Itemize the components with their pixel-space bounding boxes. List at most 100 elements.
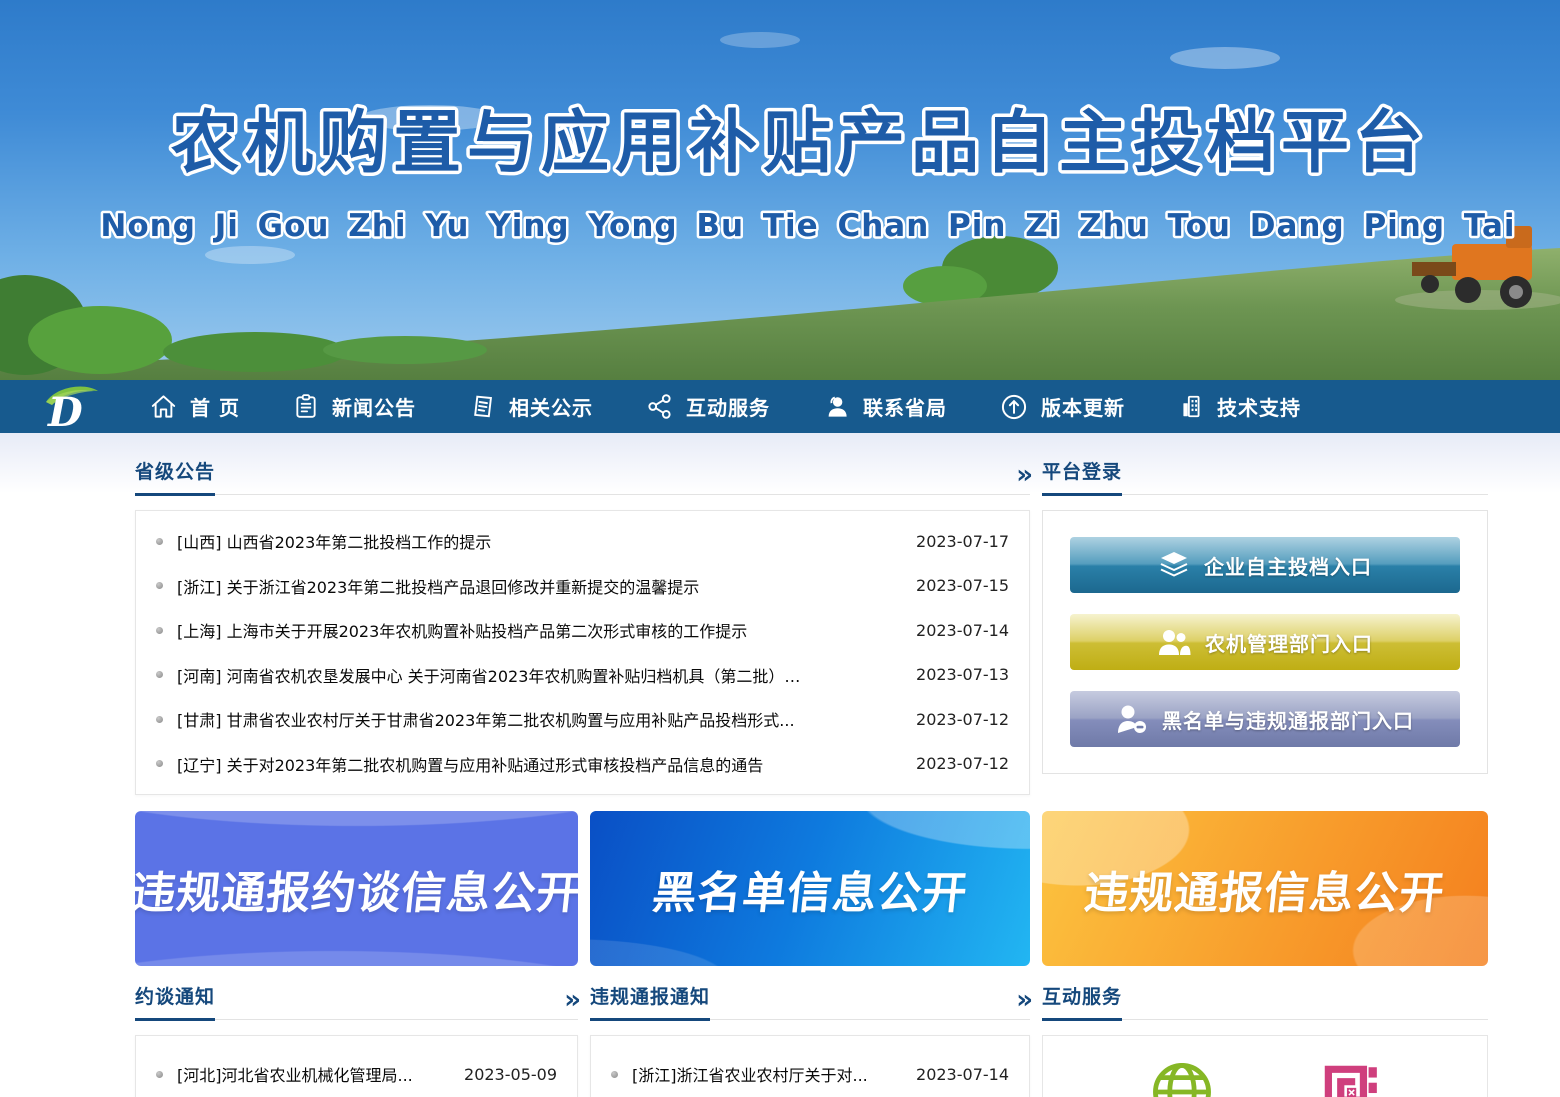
announcement-item[interactable]: [辽宁] 关于对2023年第二批农机购置与应用补贴通过形式审核投档产品信息的通告… [136,752,1029,776]
nav-item-label: 首 页 [190,392,240,421]
announcement-text: [甘肃] 甘肃省农业农村厅关于甘肃省2023年第二批农机购置与应用补贴产品投档形… [177,707,898,731]
announcement-item[interactable]: [河南] 河南省农机农垦发展中心 关于河南省2023年农机购置补贴归档机具（第二… [136,663,1029,687]
bullet-icon [156,582,163,589]
contact-icon [823,393,850,420]
main-nav: D 首 页 新闻公告 相关公示 互动服务 [0,380,1560,433]
announcement-text: [上海] 上海市关于开展2023年农机购置补贴投档产品第二次形式审核的工作提示 [177,618,898,642]
provincial-announcements-section: 省级公告 » [山西] 山西省2023年第二批投档工作的提示 2023-07-1… [135,457,1030,795]
violation-list: [浙江]浙江省农业农村厅关于对... 2023-07-14 [590,1035,1030,1097]
update-icon [1000,393,1028,421]
nav-item-label: 相关公示 [509,392,593,421]
bullet-icon [156,538,163,545]
user-minus-icon [1116,704,1148,734]
enterprise-filing-entry-button[interactable]: 企业自主投档入口 [1070,537,1460,593]
site-logo[interactable]: D [32,384,108,430]
share-icon [646,393,673,420]
section-title: 省级公告 [135,457,215,496]
announcement-text: [山西] 山西省2023年第二批投档工作的提示 [177,529,898,553]
announcement-date: 2023-07-12 [916,754,1009,773]
filing-portal-icon[interactable] [1316,1058,1382,1097]
hero-banner: 农机购置与应用补贴产品自主投档平台 Nong Ji Gou Zhi Yu Yin… [0,0,1560,380]
announcement-text: [浙江] 关于浙江省2023年第二批投档产品退回修改并重新提交的温馨提示 [177,574,898,598]
nav-item-home[interactable]: 首 页 [150,392,240,421]
page: 农机购置与应用补贴产品自主投档平台 Nong Ji Gou Zhi Yu Yin… [0,0,1560,1097]
violation-interview-info-card[interactable]: 违规通报约谈信息公开 [135,811,578,966]
section-header: 互动服务 [1042,982,1488,1020]
announcement-date: 2023-07-13 [916,665,1009,684]
more-chevron-icon[interactable]: » [564,987,578,1019]
section-title: 互动服务 [1042,982,1122,1021]
support-icon [1178,393,1204,420]
bullet-icon [156,716,163,723]
more-chevron-icon[interactable]: » [1016,987,1030,1019]
nav-item-contact[interactable]: 联系省局 [823,392,947,421]
nav-item-interactive[interactable]: 互动服务 [646,392,770,421]
violation-notices-section: 违规通报通知 » [浙江]浙江省农业农村厅关于对... 2023-07-14 [590,982,1030,1097]
nav-item-label: 联系省局 [863,392,947,421]
announcement-date: 2023-05-09 [464,1065,557,1084]
card-label: 黑名单信息公开 [649,857,971,921]
announcement-date: 2023-07-15 [916,576,1009,595]
announcement-text: [浙江]浙江省农业农村厅关于对... [632,1062,898,1086]
nav-item-news[interactable]: 新闻公告 [293,392,416,421]
interview-list: [河北]河北省农业机械化管理局... 2023-05-09 [135,1035,578,1097]
announcement-item[interactable]: [河北]河北省农业机械化管理局... 2023-05-09 [136,1062,577,1086]
globe-icon[interactable] [1148,1058,1216,1097]
interactive-services-section: 互动服务 [1042,982,1488,1097]
announcement-list: [山西] 山西省2023年第二批投档工作的提示 2023-07-17 [浙江] … [135,510,1030,795]
nav-item-support[interactable]: 技术支持 [1178,392,1301,421]
login-box: 企业自主投档入口 农机管理部门入口 黑名单与违规通报部门入口 [1042,510,1488,774]
home-icon [150,393,177,420]
news-icon [293,393,319,420]
interactive-services-box [1042,1035,1488,1097]
section-header: 违规通报通知 » [590,982,1030,1020]
card-label: 违规通报信息公开 [1082,857,1449,921]
announcement-text: [河南] 河南省农机农垦发展中心 关于河南省2023年农机购置补贴归档机具（第二… [177,663,898,687]
violation-report-info-card[interactable]: 违规通报信息公开 [1042,811,1488,966]
bullet-icon [156,760,163,767]
site-title: 农机购置与应用补贴产品自主投档平台 [171,104,1429,183]
svg-text:D: D [47,389,83,430]
layers-icon [1158,550,1190,580]
logo-icon: D [32,384,108,430]
bullet-icon [156,1071,163,1078]
announcement-date: 2023-07-14 [916,621,1009,640]
section-header: 省级公告 » [135,457,1030,495]
login-button-label: 企业自主投档入口 [1204,551,1372,580]
announcement-item[interactable]: [甘肃] 甘肃省农业农村厅关于甘肃省2023年第二批农机购置与应用补贴产品投档形… [136,707,1029,731]
users-icon [1157,628,1191,656]
card-label: 违规通报约谈信息公开 [135,857,578,921]
nav-item-label: 版本更新 [1041,392,1125,421]
section-title: 约谈通知 [135,982,215,1021]
bullet-icon [611,1071,618,1078]
nav-item-updates[interactable]: 版本更新 [1000,392,1125,421]
nav-item-label: 新闻公告 [332,392,416,421]
announcement-text: [河北]河北省农业机械化管理局... [177,1062,446,1086]
bullet-icon [156,671,163,678]
announcement-text: [辽宁] 关于对2023年第二批农机购置与应用补贴通过形式审核投档产品信息的通告 [177,752,898,776]
interview-notices-section: 约谈通知 » [河北]河北省农业机械化管理局... 2023-05-09 [135,982,578,1097]
nav-item-label: 技术支持 [1217,392,1301,421]
blacklist-info-card[interactable]: 黑名单信息公开 [590,811,1030,966]
announcement-item[interactable]: [浙江]浙江省农业农村厅关于对... 2023-07-14 [591,1062,1029,1086]
announcement-date: 2023-07-14 [916,1065,1009,1084]
machinery-admin-entry-button[interactable]: 农机管理部门入口 [1070,614,1460,670]
announcement-item[interactable]: [上海] 上海市关于开展2023年农机购置补贴投档产品第二次形式审核的工作提示 … [136,618,1029,642]
notice-icon [469,393,496,420]
login-button-label: 农机管理部门入口 [1205,628,1373,657]
blacklist-dept-entry-button[interactable]: 黑名单与违规通报部门入口 [1070,691,1460,747]
announcement-item[interactable]: [山西] 山西省2023年第二批投档工作的提示 2023-07-17 [136,529,1029,553]
more-chevron-icon[interactable]: » [1016,462,1030,494]
section-header: 平台登录 [1042,457,1488,495]
bullet-icon [156,627,163,634]
section-header: 约谈通知 » [135,982,578,1020]
announcement-date: 2023-07-12 [916,710,1009,729]
platform-login-section: 平台登录 企业自主投档入口 农机管理部门入口 [1042,457,1488,795]
announcement-item[interactable]: [浙江] 关于浙江省2023年第二批投档产品退回修改并重新提交的温馨提示 202… [136,574,1029,598]
main-content: 省级公告 » [山西] 山西省2023年第二批投档工作的提示 2023-07-1… [0,433,1560,1097]
site-title-pinyin: Nong Ji Gou Zhi Yu Ying Yong Bu Tie Chan… [100,208,1515,244]
section-title: 违规通报通知 [590,982,710,1021]
nav-item-label: 互动服务 [686,392,770,421]
section-title: 平台登录 [1042,457,1122,496]
nav-item-notices[interactable]: 相关公示 [469,392,593,421]
